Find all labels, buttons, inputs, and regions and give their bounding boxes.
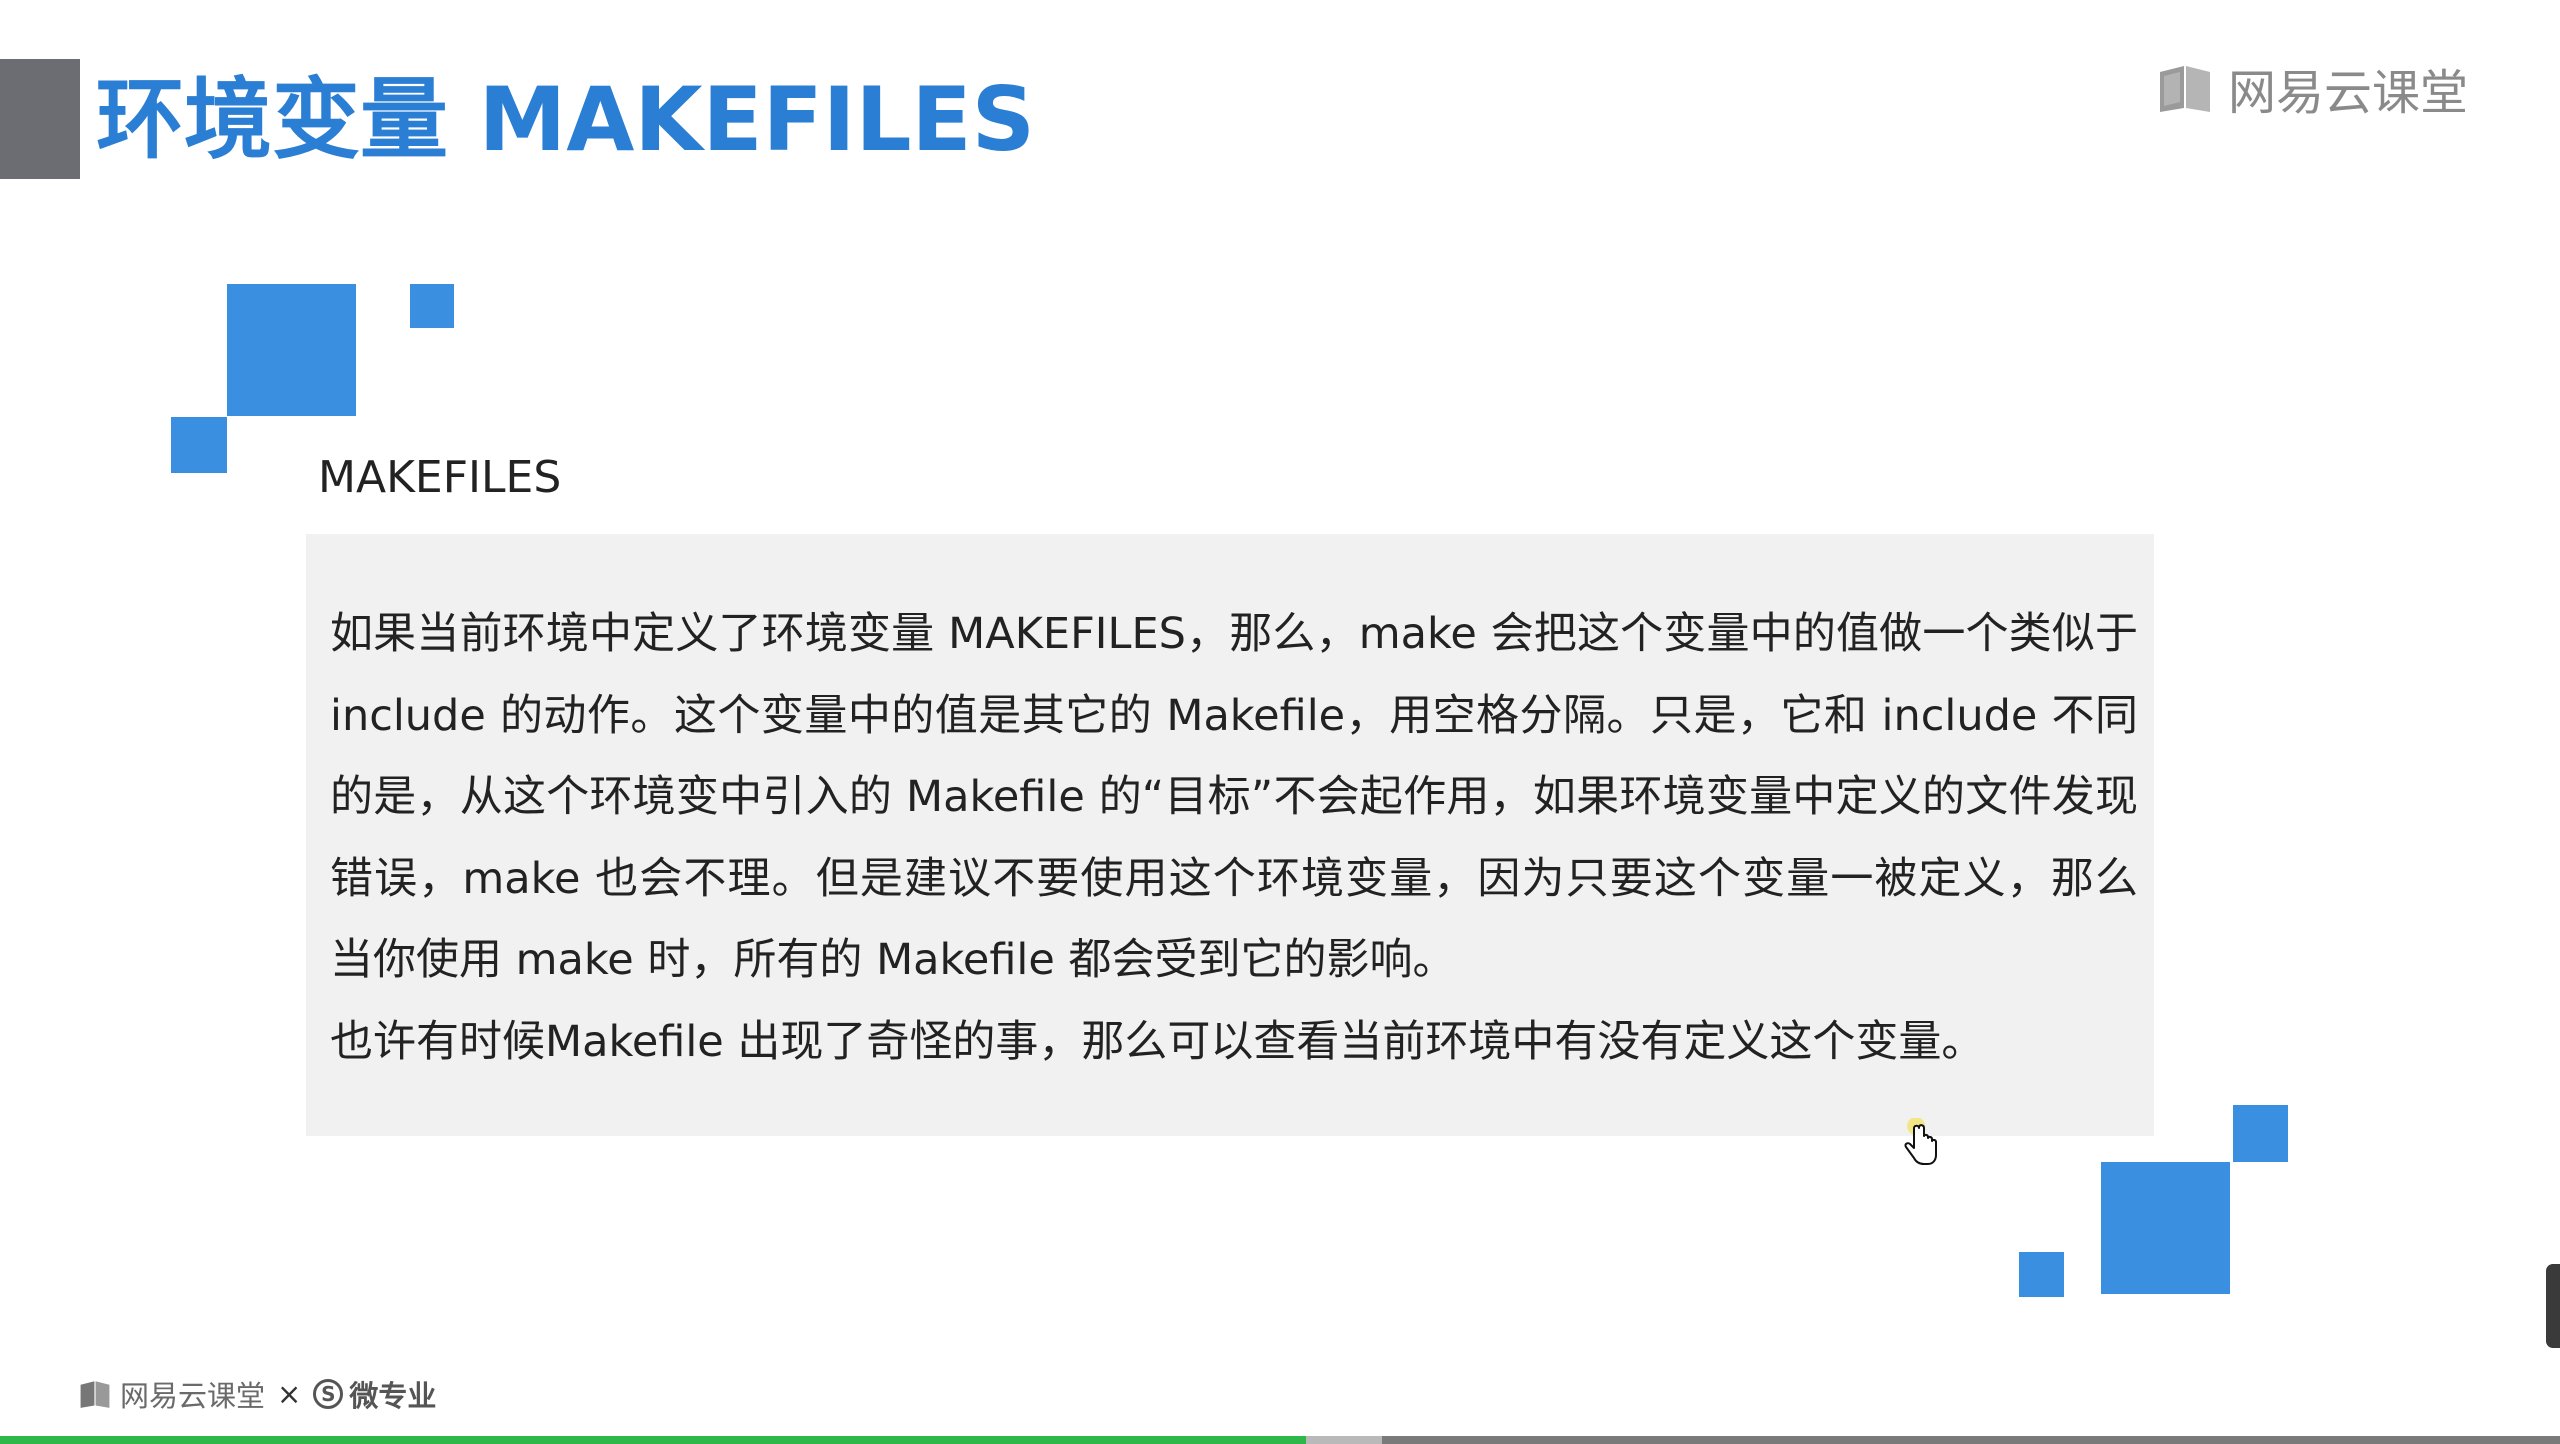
side-scroll-handle[interactable] xyxy=(2546,1264,2560,1348)
content-text: 如果当前环境中定义了环境变量 MAKEFILES，那么，make 会把这个变量中… xyxy=(330,594,2138,1083)
deco-square-medium xyxy=(2019,1252,2064,1297)
paragraph-note: 也许有时候Makefile 出现了奇怪的事，那么可以查看当前环境中有没有定义这个… xyxy=(330,1016,1985,1067)
paragraph-main: 如果当前环境中定义了环境变量 MAKEFILES，那么，make 会把这个变量中… xyxy=(330,609,2138,985)
micro-major-symbol: S xyxy=(313,1379,344,1409)
slide-title: 环境变量 MAKEFILES xyxy=(96,68,1036,171)
deco-square-large xyxy=(2101,1162,2230,1294)
brand-logo-bottom: 网易云课堂 × S 微专业 xyxy=(78,1374,436,1414)
brand-name-top: 网易云课堂 xyxy=(2228,65,2469,121)
book-icon xyxy=(2160,66,2210,112)
slide: 环境变量 MAKEFILES 网易云课堂 MAKEFILES 如果当前环境中定义… xyxy=(0,0,2560,1444)
deco-square-small xyxy=(410,284,454,328)
hand-pointer-icon xyxy=(1904,1118,1937,1165)
brand-name-bottom: 网易云课堂 xyxy=(120,1379,266,1413)
micro-major-logo: S 微专业 xyxy=(313,1373,436,1415)
book-icon xyxy=(80,1381,110,1408)
title-accent-bar xyxy=(0,59,80,179)
brand-separator: × xyxy=(277,1377,302,1411)
progress-played xyxy=(0,1436,1306,1444)
section-subtitle: MAKEFILES xyxy=(318,452,562,503)
progress-buffered xyxy=(1305,1436,1383,1444)
video-progress-bar[interactable] xyxy=(0,1436,2560,1444)
brand-logo-top: 网易云课堂 xyxy=(2156,58,2468,121)
deco-square-small xyxy=(2233,1105,2288,1162)
content-box: 如果当前环境中定义了环境变量 MAKEFILES，那么，make 会把这个变量中… xyxy=(306,534,2154,1136)
micro-major-label: 微专业 xyxy=(349,1379,437,1413)
deco-square-medium xyxy=(171,417,227,473)
deco-square-large xyxy=(227,284,356,416)
